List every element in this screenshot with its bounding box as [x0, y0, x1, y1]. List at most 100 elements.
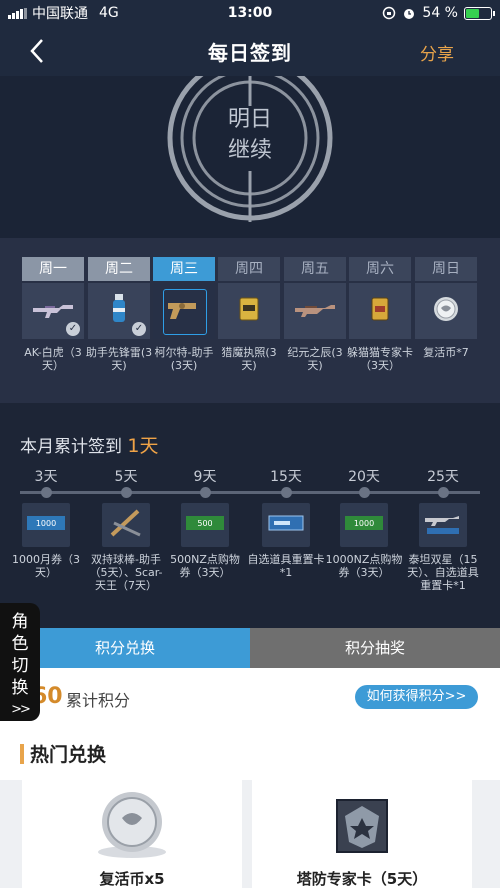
reward-slot: ✓ — [88, 283, 150, 339]
expand-arrows-icon: >> — [11, 702, 31, 717]
progress-track — [20, 491, 480, 494]
milestone-days: 9天 — [193, 469, 217, 485]
checkmark-icon: ✓ — [66, 322, 80, 336]
hero-banner: 明日 继续 — [0, 76, 500, 238]
day-name: 周三 — [153, 257, 215, 281]
checkmark-icon: ✓ — [132, 322, 146, 336]
how-to-earn-button[interactable]: 如何获得积分>> — [355, 685, 478, 709]
voucher-1000-icon: 1000 — [26, 514, 66, 536]
status-bar: 中国联通 4G 13:00 54 % — [0, 0, 500, 26]
hot-exchange-header: 热门兑换 — [0, 726, 500, 780]
milestone-node — [41, 487, 52, 498]
milestone-days: 5天 — [114, 469, 138, 485]
milestone-reward-label: 双持球棒-助手（5天）、Scar-天王（7天） — [89, 553, 163, 592]
page-title: 每日签到 — [208, 40, 292, 65]
hot-exchange-title: 热门兑换 — [30, 744, 107, 766]
exchange-card-tower-defense[interactable]: 塔防专家卡（5天） — [252, 780, 472, 888]
day-reward-label: 纪元之辰(3天) — [287, 346, 343, 372]
day-7[interactable]: 周日 — [415, 257, 477, 339]
reset-card-icon — [268, 515, 304, 535]
role-switch-tab[interactable]: 角色切换 >> — [0, 603, 40, 721]
network-label: 4G — [99, 5, 119, 21]
hot-exchange-section: 热门兑换 复活币x5 塔防专家卡（5天） — [0, 726, 500, 888]
milestone-node — [438, 487, 449, 498]
rotation-lock-icon — [383, 6, 396, 20]
milestone-reward-box[interactable] — [262, 503, 310, 547]
milestone-reward-box[interactable]: 1000 — [22, 503, 70, 547]
monthly-title: 本月累计签到 1天 — [20, 431, 159, 458]
reward-slot — [284, 283, 346, 339]
day-1[interactable]: 周一 ✓ — [22, 257, 84, 339]
tab-lottery[interactable]: 积分抽奖 — [250, 628, 500, 668]
milestone-reward-label: 1000NZ点购物券（3天） — [325, 553, 403, 579]
voucher-1000nz-icon: 1000 — [344, 514, 384, 536]
day-name: 周六 — [349, 257, 411, 281]
monthly-count: 1天 — [127, 435, 159, 457]
revive-coin-icon — [432, 295, 460, 327]
role-switch-label: 角色切换 — [11, 612, 29, 698]
reward-slot — [153, 283, 215, 339]
milestone-node — [359, 487, 370, 498]
shotgun-icon — [293, 300, 337, 322]
reward-slot — [349, 283, 411, 339]
svg-text:500: 500 — [197, 519, 212, 528]
exchange-item-name: 塔防专家卡（5天） — [296, 870, 428, 888]
pistol-icon — [166, 297, 202, 325]
svg-text:1000: 1000 — [354, 519, 374, 528]
milestone-reward-label: 泰坦双星（15天）、自选道具重置卡*1 — [407, 553, 479, 592]
points-label: 累计积分 — [66, 691, 131, 710]
share-button[interactable]: 分享 — [420, 40, 454, 65]
battery-icon — [464, 6, 495, 20]
carrier-label: 中国联通 — [32, 6, 88, 22]
alarm-icon — [404, 9, 415, 19]
day-name: 周五 — [284, 257, 346, 281]
day-name: 周一 — [22, 257, 84, 281]
milestone-reward-box[interactable] — [102, 503, 150, 547]
titan-rifle-icon — [423, 510, 463, 540]
tab-bar: 积分兑换 积分抽奖 — [0, 628, 500, 668]
exchange-card-revive-coin[interactable]: 复活币x5 — [22, 780, 242, 888]
milestone-reward-label: 500NZ点购物券（3天） — [170, 553, 240, 579]
milestone-days: 25天 — [427, 469, 459, 485]
day-reward-label: 复活币*7 — [423, 346, 469, 359]
day-reward-label: 猎魔执照(3天) — [221, 346, 277, 372]
weekly-signin: 周一 ✓ AK-白虎（3天） 周二 ✓ 助手先锋雷(3天) 周三 柯尔特-助手(3天) 周四 猎魔… — [0, 238, 500, 403]
day-5[interactable]: 周五 — [284, 257, 346, 339]
section-accent-bar — [20, 744, 24, 764]
hero-line1: 明日 — [227, 107, 272, 132]
expert-card-icon — [371, 297, 389, 325]
day-name: 周四 — [218, 257, 280, 281]
monthly-title-label: 本月累计签到 — [20, 437, 122, 457]
day-3[interactable]: 周三 — [153, 257, 215, 339]
milestone-reward-box[interactable] — [419, 503, 467, 547]
day-name: 周日 — [415, 257, 477, 281]
voucher-500-icon: 500 — [185, 514, 225, 536]
nav-bar: 每日签到 分享 — [0, 26, 500, 76]
day-4[interactable]: 周四 — [218, 257, 280, 339]
milestone-node — [121, 487, 132, 498]
reward-slot — [415, 283, 477, 339]
milestone-days: 15天 — [270, 469, 302, 485]
back-arrow-icon[interactable] — [24, 36, 52, 66]
reward-slot — [218, 283, 280, 339]
milestone-reward-box[interactable]: 1000 — [340, 503, 388, 547]
day-reward-label: 躲猫猫专家卡（3天） — [347, 346, 413, 372]
day-2[interactable]: 周二 ✓ — [88, 257, 150, 339]
points-bar: 60 累计积分 如何获得积分>> — [0, 668, 500, 726]
milestone-days: 3天 — [34, 469, 58, 485]
milestone-days: 20天 — [348, 469, 380, 485]
signal-icon — [8, 7, 27, 19]
grenade-icon — [109, 292, 129, 330]
milestone-reward-label: 自选道具重置卡*1 — [247, 553, 325, 579]
battery-percent: 54 % — [422, 5, 458, 21]
revive-coin-icon — [98, 792, 166, 858]
license-card-icon — [239, 297, 259, 325]
milestone-reward-box[interactable]: 500 — [181, 503, 229, 547]
exchange-item-name: 复活币x5 — [99, 870, 165, 888]
day-6[interactable]: 周六 — [349, 257, 411, 339]
tower-defense-card-icon — [336, 799, 388, 853]
milestone-reward-label: 1000月券（3天） — [12, 553, 80, 579]
rifle-icon — [31, 299, 75, 323]
day-reward-label: AK-白虎（3天） — [24, 346, 82, 372]
bat-rifle-icon — [108, 505, 144, 545]
